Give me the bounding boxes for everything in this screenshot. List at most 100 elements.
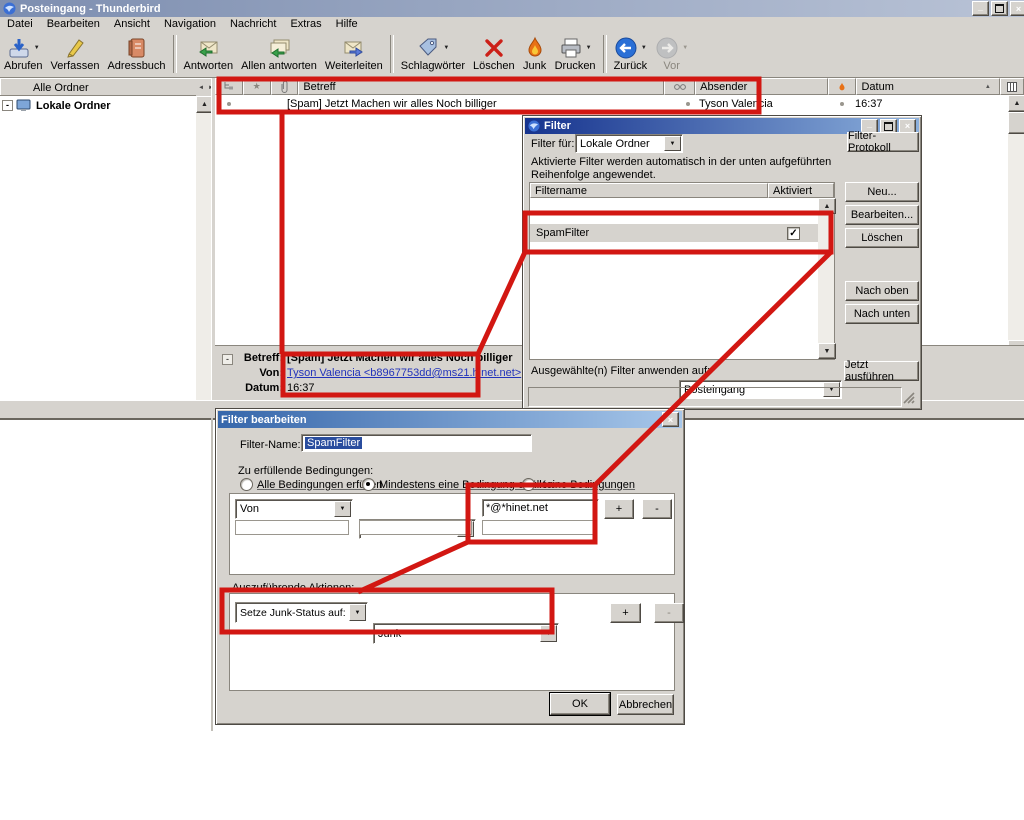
- preview-collapse-box[interactable]: -: [222, 354, 233, 365]
- remove-action-button[interactable]: -: [654, 603, 684, 623]
- condition-field-combobox[interactable]: Von ▼: [235, 499, 353, 519]
- compose-button[interactable]: Verfassen: [47, 35, 104, 73]
- filter-for-label: Filter für:: [531, 138, 575, 150]
- column-picker-button[interactable]: [999, 78, 1024, 95]
- minimize-button[interactable]: _: [972, 1, 989, 16]
- check-icon: ✓: [789, 227, 798, 239]
- aktiviert-column-header[interactable]: Aktiviert: [768, 183, 834, 198]
- resize-grip-icon[interactable]: [901, 390, 915, 404]
- combo-dropdown-icon[interactable]: ▼: [349, 604, 366, 621]
- forward-button[interactable]: Weiterleiten: [321, 35, 387, 73]
- menu-datei[interactable]: Datei: [0, 16, 40, 32]
- menu-extras[interactable]: Extras: [283, 16, 328, 32]
- dropdown-arrow-icon[interactable]: ▼: [34, 45, 40, 51]
- edit-filter-button[interactable]: Bearbeiten...: [845, 205, 919, 225]
- pane-prev-icon[interactable]: ◄: [198, 85, 204, 91]
- filter-row-spamfilter[interactable]: SpamFilter ✓: [530, 224, 818, 242]
- cancel-button[interactable]: Abbrechen: [617, 694, 674, 715]
- thunderbird-app-icon: [3, 2, 16, 15]
- filter-for-combobox[interactable]: Lokale Ordner ▼: [575, 134, 683, 153]
- add-condition-button[interactable]: +: [604, 499, 634, 519]
- reply-all-button[interactable]: Allen antworten: [237, 35, 321, 73]
- thread-column-header[interactable]: [215, 78, 243, 95]
- filter-scroll-down-icon[interactable]: ▼: [818, 343, 836, 359]
- action-type-combobox[interactable]: Setze Junk-Status auf: ▼: [235, 602, 368, 623]
- tag-label: Schlagwörter: [400, 60, 465, 72]
- add-action-button[interactable]: +: [610, 603, 641, 623]
- ok-button[interactable]: OK: [550, 693, 610, 715]
- junk-column-icon: [839, 82, 845, 90]
- print-icon: [561, 38, 581, 58]
- local-folders-icon: [16, 99, 31, 111]
- message-row[interactable]: [Spam] Jetzt Machen wir alles Noch billi…: [215, 95, 1024, 112]
- menu-ansicht[interactable]: Ansicht: [107, 16, 157, 32]
- filter-list-scrollbar[interactable]: ▲ ▼: [818, 198, 836, 359]
- menu-nachricht[interactable]: Nachricht: [223, 16, 283, 32]
- run-now-button[interactable]: Jetzt ausführen: [844, 359, 919, 383]
- delete-filter-button[interactable]: Löschen: [845, 228, 919, 248]
- condition-row-ghost: [235, 520, 349, 535]
- forward-label: Weiterleiten: [324, 60, 383, 72]
- thread-scroll-up-icon[interactable]: ▲: [1008, 95, 1024, 112]
- address-book-button[interactable]: Adressbuch: [103, 35, 169, 73]
- delete-button[interactable]: Löschen: [469, 35, 519, 73]
- junk-label: Junk: [522, 60, 547, 72]
- dropdown-arrow-icon[interactable]: ▼: [641, 45, 647, 51]
- read-dot-icon[interactable]: [686, 101, 690, 106]
- move-down-button[interactable]: Nach unten: [845, 304, 919, 324]
- menu-navigation[interactable]: Navigation: [157, 16, 223, 32]
- new-filter-button[interactable]: Neu...: [845, 182, 919, 202]
- combo-dropdown-icon[interactable]: ▼: [540, 625, 557, 642]
- filtername-column-header[interactable]: Filtername: [530, 183, 768, 198]
- dropdown-arrow-icon[interactable]: ▼: [443, 45, 449, 51]
- subject-column-header[interactable]: Betreff: [298, 78, 664, 95]
- restore-button[interactable]: [991, 1, 1008, 16]
- combo-dropdown-icon[interactable]: ▼: [334, 501, 351, 517]
- restore-icon: [995, 4, 1004, 13]
- back-button[interactable]: ▼ Zurück: [610, 35, 652, 73]
- date-column-header[interactable]: Datum ▲: [856, 78, 1000, 95]
- junk-dot-icon[interactable]: [840, 101, 844, 106]
- tree-collapse-box[interactable]: -: [2, 100, 13, 111]
- combo-dropdown-icon[interactable]: ▼: [664, 136, 681, 151]
- radio-none[interactable]: Keine Bedingungen: [522, 478, 635, 491]
- filter-log-button[interactable]: Filter-Protokoll: [847, 130, 919, 154]
- menu-bearbeiten[interactable]: Bearbeiten: [40, 16, 107, 32]
- print-button[interactable]: ▼ Drucken: [551, 35, 600, 73]
- filter-enabled-checkbox[interactable]: ✓: [787, 226, 800, 240]
- preview-from-link[interactable]: Tyson Valencia <b8967753dd@ms21.hinet.ne…: [287, 367, 521, 379]
- junk-column-header[interactable]: [827, 78, 857, 95]
- move-up-button[interactable]: Nach oben: [845, 281, 919, 301]
- read-column-header[interactable]: [663, 78, 696, 95]
- main-toolbar: ▼ Abrufen Verfassen Adressbuch Antworten…: [0, 31, 1024, 78]
- message-subject-cell: [Spam] Jetzt Machen wir alles Noch billi…: [287, 97, 497, 110]
- star-column-header[interactable]: ★: [242, 78, 271, 95]
- dropdown-arrow-icon[interactable]: ▼: [682, 45, 688, 51]
- dialog-shadow-line: [211, 418, 213, 731]
- filter-name-input[interactable]: SpamFilter: [301, 434, 532, 452]
- menu-hilfe[interactable]: Hilfe: [329, 16, 365, 32]
- junk-button[interactable]: Junk: [519, 35, 551, 73]
- action-value-combobox[interactable]: Junk ▼: [373, 623, 559, 644]
- folder-row-lokale-ordner[interactable]: - Lokale Ordner: [0, 96, 196, 115]
- sender-column-header[interactable]: Absender: [695, 78, 828, 95]
- condition-value-input[interactable]: *@*hinet.net: [482, 499, 599, 517]
- reply-button[interactable]: Antworten: [180, 35, 238, 73]
- remove-condition-button[interactable]: -: [642, 499, 672, 519]
- reply-icon: [199, 41, 218, 57]
- toolbar-separator: [172, 35, 177, 73]
- thread-scrollbar[interactable]: ▲ ▼: [1008, 95, 1024, 357]
- get-mail-button[interactable]: ▼ Abrufen: [0, 35, 47, 73]
- filter-scroll-up-icon[interactable]: ▲: [818, 198, 836, 214]
- scrollbar-thumb[interactable]: [1008, 112, 1024, 134]
- main-title-bar: Posteingang - Thunderbird _ ×: [0, 0, 1024, 17]
- close-button[interactable]: ×: [1010, 1, 1024, 16]
- condition-field-value: Von: [240, 503, 259, 515]
- folder-scrollbar[interactable]: ▲: [196, 96, 213, 405]
- tag-button[interactable]: ▼ Schlagwörter: [397, 35, 469, 73]
- dropdown-arrow-icon[interactable]: ▼: [586, 45, 592, 51]
- attachment-column-header[interactable]: [270, 78, 299, 95]
- edit-close-button[interactable]: ×: [662, 412, 679, 427]
- forward-nav-button[interactable]: ▼ Vor: [651, 35, 692, 73]
- filter-status-strip: [528, 387, 902, 407]
